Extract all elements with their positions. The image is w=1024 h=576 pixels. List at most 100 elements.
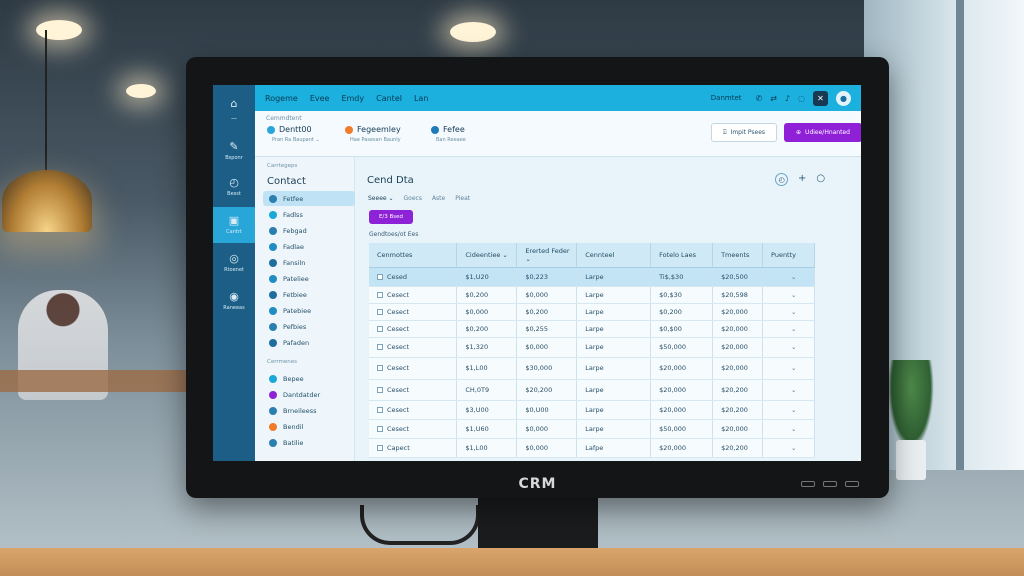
row-checkbox[interactable] (377, 444, 383, 451)
column-header[interactable]: Cenmottes (369, 243, 458, 268)
more-icon[interactable]: ○ (816, 173, 825, 186)
table-cell: Larpe (576, 286, 652, 304)
table-row[interactable]: Capect $1,L00 $0,000 Lafpe $20,000 $20,200 ⌄ (369, 438, 815, 458)
column-header[interactable]: Puentty (762, 243, 815, 268)
filter-button[interactable]: E/3 Bsed (369, 210, 413, 224)
row-checkbox[interactable] (377, 425, 383, 432)
sidebar-item[interactable]: Bepee (263, 371, 355, 386)
sidebar-item[interactable]: Fetbiee (263, 287, 355, 302)
column-header[interactable]: Cennteel (576, 243, 652, 268)
row-action-dropdown[interactable]: ⌄ (762, 337, 815, 358)
table-row[interactable]: Cesect $0,200 $0,000 Larpe $0,$30 $20,598 ⌄ (369, 286, 815, 304)
sidebar-item[interactable]: Fadlae (263, 239, 355, 254)
sidebar-item[interactable]: Fansiln (263, 255, 355, 270)
row-checkbox[interactable] (377, 406, 383, 413)
table-row[interactable]: Cesect $0,200 $0,255 Larpe $0,$00 $20,000 ⌄ (369, 320, 815, 338)
sidebar-item[interactable]: Patebiee (263, 303, 355, 318)
sidebar-item[interactable]: Pafaden (263, 335, 355, 350)
row-action-dropdown[interactable]: ⌄ (762, 438, 815, 458)
column-header[interactable]: Tmeents (712, 243, 764, 268)
import-button[interactable]: ⍐ Impit Psees (711, 123, 777, 142)
top-nav-item[interactable]: Evee (310, 94, 330, 103)
table-row[interactable]: Cesect $3,U00 $0,U00 Larpe $20,000 $20,200 ⌄ (369, 400, 815, 420)
column-header[interactable]: Cideentiee ⌄ (456, 243, 518, 268)
row-action-dropdown[interactable]: ⌄ (762, 286, 815, 304)
row-checkbox[interactable] (377, 325, 383, 332)
rail-item-releases[interactable]: ◉ Raneeas (213, 283, 255, 319)
table-cell: $20,200 (712, 379, 764, 401)
pendant-cord (45, 30, 47, 180)
row-checkbox[interactable] (377, 365, 383, 371)
account-dot (267, 126, 275, 134)
settings-icon[interactable]: ✕ (813, 90, 828, 106)
table-row[interactable]: Cesect $1,320 $0,000 Larpe $50,000 $20,000 ⌄ (369, 337, 815, 358)
add-icon: ⊕ (796, 129, 802, 136)
row-action-dropdown[interactable]: ⌄ (762, 267, 815, 287)
rail-item-best[interactable]: ◴ Besst (213, 169, 255, 205)
table-cell: $20,598 (712, 286, 764, 304)
row-action-dropdown[interactable]: ⌄ (762, 320, 815, 338)
row-checkbox[interactable] (377, 273, 383, 280)
tab[interactable]: Aste (432, 195, 445, 202)
sidebar-item[interactable]: Batilie (263, 435, 355, 450)
row-action-dropdown[interactable]: ⌄ (762, 419, 815, 439)
top-nav-item[interactable]: Lan (414, 94, 428, 103)
row-checkbox[interactable] (377, 291, 383, 298)
row-checkbox[interactable] (377, 308, 383, 315)
sidebar-item[interactable]: Pateliee (263, 271, 355, 286)
refresh-icon[interactable]: ◴ (775, 173, 788, 186)
table-cell: CH,0T9 (456, 379, 518, 401)
row-checkbox[interactable] (377, 386, 383, 393)
notification-icon[interactable]: ♪ (785, 94, 790, 103)
table-cell: $20,000 (712, 337, 764, 358)
tab[interactable]: Goecs (404, 195, 422, 202)
row-checkbox[interactable] (377, 344, 383, 350)
rail-item-reports[interactable]: ✎ Bsponr (213, 133, 255, 169)
tab-select[interactable]: Seeee ⌄ (368, 195, 394, 202)
rail-label: Besst (227, 191, 241, 197)
item-icon (269, 438, 277, 447)
table-cell: $50,000 (650, 419, 714, 439)
add-icon[interactable]: + (798, 173, 806, 186)
column-header[interactable]: Fotelo Laes (650, 243, 714, 268)
strip-title: Cemmdtent (266, 115, 302, 122)
table-row[interactable]: Cesect $1,L00 $30,000 Larpe $20,000 $20,000 ⌄ (369, 357, 815, 380)
table-row[interactable]: Cesed $1,U20 $0,223 Larpe Ti$,$30 $20,500 ⌄ (369, 267, 815, 287)
item-icon (269, 290, 277, 299)
top-nav-item[interactable]: Cantel (376, 94, 402, 103)
row-action-dropdown[interactable]: ⌄ (762, 379, 815, 401)
sidebar-item[interactable]: Dantdatder (263, 387, 355, 402)
row-action-dropdown[interactable]: ⌄ (762, 357, 815, 380)
sidebar-item[interactable]: Fadlss (263, 207, 355, 222)
row-action-dropdown[interactable]: ⌄ (762, 400, 815, 420)
table-row[interactable]: Cesect $0,000 $0,200 Larpe $0,200 $20,000 ⌄ (369, 303, 815, 321)
table-row[interactable]: Cesect CH,0T9 $20,200 Larpe $20,000 $20,200 ⌄ (369, 379, 815, 401)
primary-action-button[interactable]: ⊕ Udiee/Hnanted (784, 123, 861, 142)
help-icon[interactable]: ◌ (798, 94, 805, 103)
item-icon (269, 194, 277, 203)
user-name[interactable]: Danmtet (711, 94, 742, 102)
sidebar-item[interactable]: Febgad (263, 223, 355, 238)
top-nav-item[interactable]: Rogeme (265, 94, 298, 103)
table-cell: $0,200 (456, 286, 518, 304)
table-cell: $20,000 (650, 400, 714, 420)
table-cell: $1,320 (456, 337, 518, 358)
rail-item-contact[interactable]: ▣ Cantrt (213, 207, 255, 243)
sidebar-item[interactable]: Pefbies (263, 319, 355, 334)
table-cell: Larpe (576, 419, 652, 439)
top-nav-item[interactable]: Emdy (341, 94, 364, 103)
import-icon: ⍐ (722, 128, 727, 136)
sidebar-item[interactable]: Fetfee (263, 191, 355, 206)
table-row[interactable]: Cesect $1,U60 $0,000 Larpe $50,000 $20,000 ⌄ (369, 419, 815, 439)
tab[interactable]: Pieat (455, 195, 470, 202)
sidebar-item[interactable]: Brneileess (263, 403, 355, 418)
row-action-dropdown[interactable]: ⌄ (762, 303, 815, 321)
sidebar-section-title: Carrtegeps (267, 163, 298, 169)
table-cell: $0,$00 (650, 320, 714, 338)
sidebar-item[interactable]: Bendil (263, 419, 355, 434)
phone-icon[interactable]: ✆ (756, 94, 763, 103)
avatar[interactable]: ● (836, 90, 851, 106)
column-header[interactable]: Ererted Feder ⌄ (516, 243, 578, 268)
rail-item-reports2[interactable]: ◎ Rtoenet (213, 245, 255, 281)
sync-icon[interactable]: ⇄ (770, 94, 777, 103)
